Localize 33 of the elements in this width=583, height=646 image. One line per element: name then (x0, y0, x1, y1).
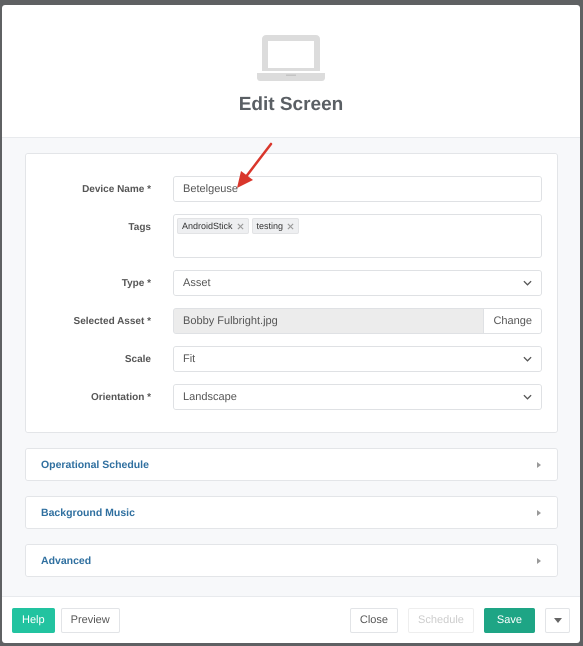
change-button[interactable]: Change (484, 308, 542, 334)
select-field[interactable]: Fit (173, 346, 542, 372)
chevron-down-icon (523, 280, 532, 286)
footer-button[interactable]: Preview (60, 608, 120, 632)
field-label: Device Name * (81, 184, 151, 194)
dropdown-button[interactable] (545, 608, 570, 632)
select-field[interactable]: Asset (173, 270, 542, 296)
remove-icon[interactable] (236, 222, 244, 230)
text-input[interactable]: Betelgeuse (173, 176, 542, 202)
field-label: Selected Asset * (72, 316, 151, 326)
arrow-drawing (237, 142, 272, 188)
caret-right-icon (537, 558, 541, 564)
asset-field: Bobby Fulbright.jpg (173, 308, 484, 334)
caret-right-icon (537, 462, 541, 468)
select-field[interactable]: Landscape (173, 384, 542, 410)
caret-down-icon (554, 618, 562, 622)
tag-chip[interactable]: AndroidStick (177, 218, 249, 234)
tags-input[interactable]: AndroidStick testing (173, 214, 542, 258)
remove-icon[interactable] (287, 222, 294, 230)
field-label: Orientation * (90, 392, 151, 402)
accordion-header[interactable]: Advanced (25, 544, 558, 577)
field-label: Scale (124, 354, 151, 364)
accordion-header[interactable]: Operational Schedule (25, 448, 558, 481)
footer-button[interactable]: Close (350, 608, 398, 632)
tag-chip[interactable]: testing (252, 218, 300, 234)
dialog-title: Edit Screen (238, 94, 344, 116)
chevron-down-icon (523, 356, 532, 362)
field-label: Tags (127, 222, 151, 233)
laptop-icon (257, 35, 325, 81)
chevron-down-icon (523, 394, 532, 400)
caret-right-icon (537, 510, 541, 516)
accordion-header[interactable]: Background Music (25, 496, 558, 529)
field-label: Type * (120, 278, 151, 288)
